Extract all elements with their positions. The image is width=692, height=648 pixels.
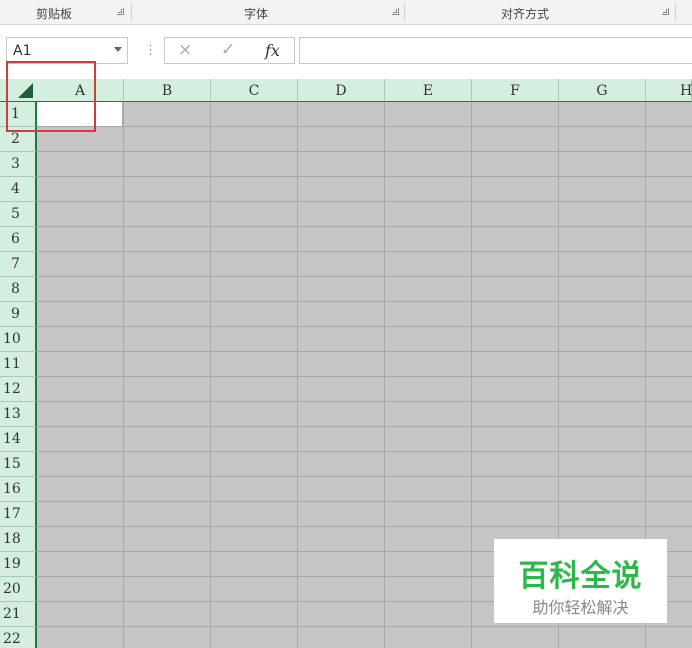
more-dots-icon: ⋮ xyxy=(144,43,157,58)
row-header-5[interactable]: 5 xyxy=(0,202,37,227)
ribbon-group-label-alignment: 对齐方式 xyxy=(501,7,550,21)
row-header-18[interactable]: 18 xyxy=(0,527,37,552)
row-header-21[interactable]: 21 xyxy=(0,602,37,627)
row-header-14[interactable]: 14 xyxy=(0,427,37,452)
column-header-c[interactable]: C xyxy=(211,79,298,102)
row-header-11[interactable]: 11 xyxy=(0,352,37,377)
ribbon-group-clipboard: 剪贴板 xyxy=(0,0,131,24)
column-header-d[interactable]: D xyxy=(298,79,385,102)
dialog-launcher-icon[interactable] xyxy=(662,8,669,15)
formula-bar: A1 ⋮ × ✓ fx xyxy=(0,25,692,78)
ribbon-separator xyxy=(675,3,676,21)
column-header-b[interactable]: B xyxy=(124,79,211,102)
formula-input[interactable] xyxy=(299,37,692,64)
ribbon-group-label-clipboard: 剪贴板 xyxy=(36,7,73,21)
row-header-10[interactable]: 10 xyxy=(0,327,37,352)
row-header-12[interactable]: 12 xyxy=(0,377,37,402)
row-header-8[interactable]: 8 xyxy=(0,277,37,302)
dialog-launcher-icon[interactable] xyxy=(117,8,124,15)
row-header-20[interactable]: 20 xyxy=(0,577,37,602)
row-header-6[interactable]: 6 xyxy=(0,227,37,252)
row-header-22[interactable]: 22 xyxy=(0,627,37,648)
watermark-title: 百科全说 xyxy=(518,559,643,594)
cancel-icon[interactable]: × xyxy=(178,40,192,60)
column-header-g[interactable]: G xyxy=(559,79,646,102)
formula-buttons: × ✓ fx xyxy=(164,37,295,64)
row-header-15[interactable]: 15 xyxy=(0,452,37,477)
row-header-7[interactable]: 7 xyxy=(0,252,37,277)
column-header-f[interactable]: F xyxy=(472,79,559,102)
name-box-value: A1 xyxy=(13,43,32,59)
ribbon-group-label-font: 字体 xyxy=(244,7,269,21)
column-header-e[interactable]: E xyxy=(385,79,472,102)
row-header-13[interactable]: 13 xyxy=(0,402,37,427)
dialog-launcher-icon[interactable] xyxy=(392,8,399,15)
chevron-down-icon[interactable] xyxy=(114,47,122,52)
row-header-19[interactable]: 19 xyxy=(0,552,37,577)
watermark-subtitle: 助你轻松解决 xyxy=(532,598,629,617)
checkmark-icon[interactable]: ✓ xyxy=(221,40,235,60)
name-box[interactable]: A1 xyxy=(6,37,128,64)
row-header-17[interactable]: 17 xyxy=(0,502,37,527)
row-header-4[interactable]: 4 xyxy=(0,177,37,202)
column-header-h[interactable]: H xyxy=(646,79,692,102)
insert-function-icon[interactable]: fx xyxy=(265,41,280,60)
ribbon-group-alignment: 对齐方式 xyxy=(405,0,675,24)
ribbon-group-font: 字体 xyxy=(132,0,404,24)
row-header-16[interactable]: 16 xyxy=(0,477,37,502)
ribbon-bar: 剪贴板 字体 对齐方式 xyxy=(0,0,692,25)
watermark-logo: 百科全说 助你轻松解决 xyxy=(494,539,667,623)
row-header-3[interactable]: 3 xyxy=(0,152,37,177)
highlight-annotation-box xyxy=(6,61,96,132)
row-header-9[interactable]: 9 xyxy=(0,302,37,327)
